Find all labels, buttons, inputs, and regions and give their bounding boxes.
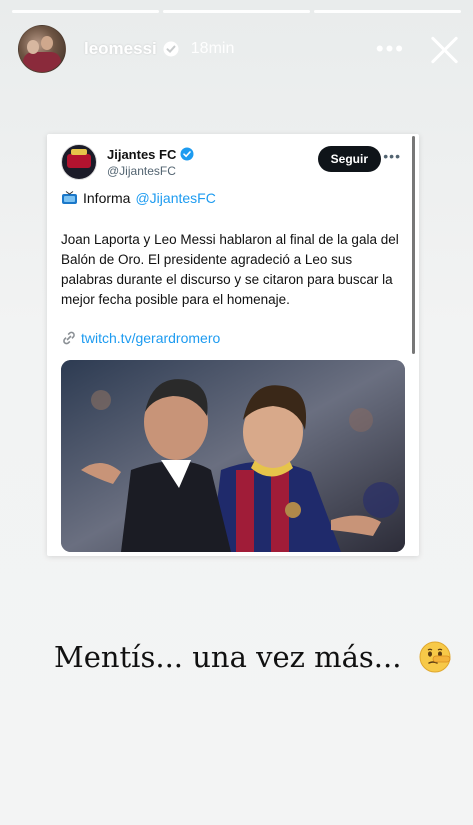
- photo-illustration: [61, 360, 405, 552]
- tweet-avatar[interactable]: [61, 144, 97, 180]
- informa-line: Informa @JijantesFC: [61, 190, 216, 206]
- story-caption: Mentís... una vez más...: [54, 640, 451, 674]
- tweet-link[interactable]: twitch.tv/gerardromero: [61, 330, 220, 346]
- caption-text: Mentís... una vez más...: [54, 640, 402, 674]
- tweet-more-icon[interactable]: •••: [383, 148, 401, 164]
- progress-segment: [314, 10, 461, 13]
- story-progress: [12, 10, 461, 13]
- tweet-author-handle[interactable]: @JijantesFC: [107, 164, 194, 178]
- progress-segment: [12, 10, 159, 13]
- scrollbar[interactable]: [412, 136, 415, 354]
- tweet-link-text[interactable]: twitch.tv/gerardromero: [81, 330, 220, 346]
- verified-icon: [163, 41, 179, 57]
- tv-icon: [62, 191, 77, 204]
- tweet-card[interactable]: Jijantes FC @JijantesFC Seguir ••• Infor…: [47, 134, 419, 556]
- tweet-photo[interactable]: [61, 360, 405, 552]
- tweet-text: Joan Laporta y Leo Messi hablaron al fin…: [61, 232, 399, 307]
- verified-badge-icon: [180, 147, 194, 161]
- avatar[interactable]: [18, 25, 66, 73]
- story-header: leomessi 18min •••: [18, 24, 459, 74]
- username[interactable]: leomessi: [84, 39, 157, 59]
- post-time: 18min: [190, 40, 235, 57]
- tweet-author-name[interactable]: Jijantes FC: [107, 147, 176, 162]
- more-horizontal-icon[interactable]: •••: [376, 38, 405, 60]
- follow-button[interactable]: Seguir: [317, 146, 381, 172]
- progress-segment: [163, 10, 310, 13]
- informa-mention[interactable]: @JijantesFC: [135, 190, 215, 206]
- close-icon[interactable]: [429, 34, 459, 64]
- lying-face-emoji-icon: [419, 641, 451, 673]
- link-icon: [63, 331, 75, 345]
- informa-label: Informa: [83, 190, 131, 206]
